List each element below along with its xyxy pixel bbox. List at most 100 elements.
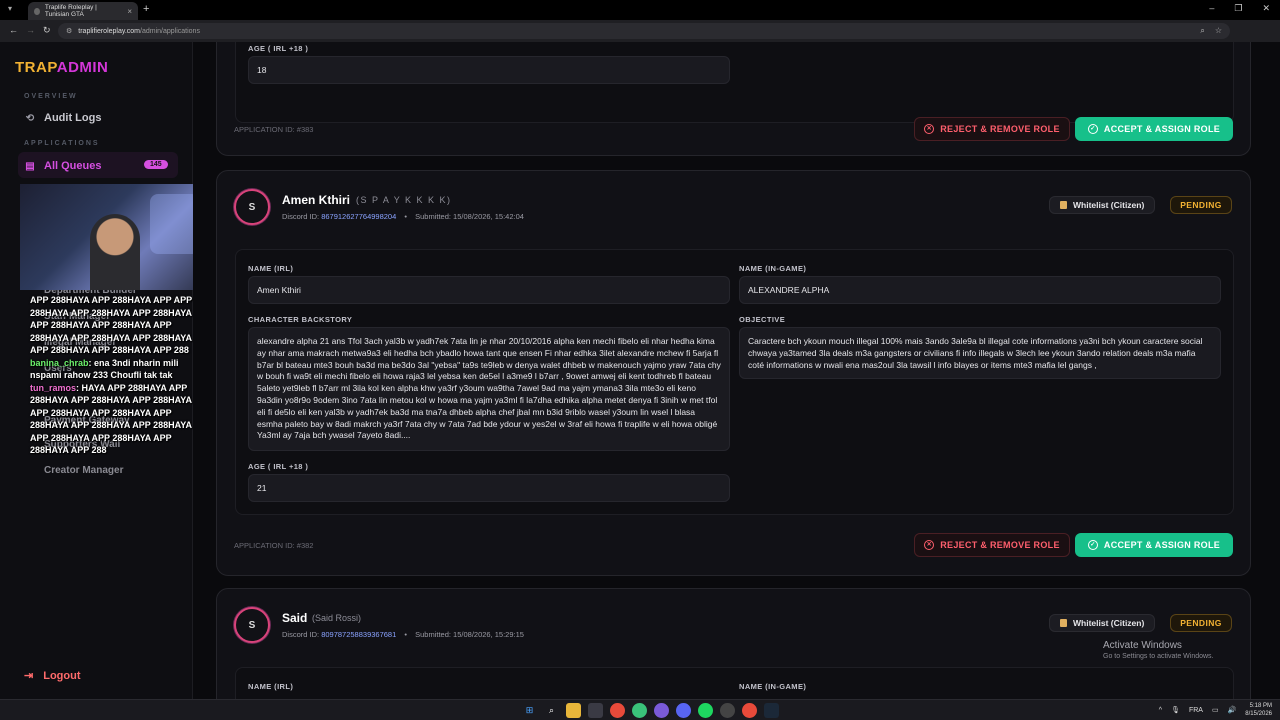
app-icon[interactable] bbox=[720, 703, 735, 718]
age-label: AGE ( IRL +18 ) bbox=[248, 462, 309, 471]
objective-field: Caractere bch ykoun mouch illegal 100% m… bbox=[739, 327, 1221, 379]
backstory-field: alexandre alpha 21 ans Tfol 3ach yal3b w… bbox=[248, 327, 730, 451]
status-badge: PENDING bbox=[1170, 196, 1232, 214]
language-indicator[interactable]: FRA bbox=[1189, 707, 1203, 714]
submitted-time: Submitted: 15/08/2026, 15:29:15 bbox=[415, 630, 524, 639]
reject-label: REJECT & REMOVE ROLE bbox=[940, 540, 1060, 550]
application-fields: NAME (IRL) Amen Kthiri NAME (IN-GAME) AL… bbox=[235, 249, 1234, 515]
maximize-icon[interactable]: ❐ bbox=[1234, 3, 1242, 14]
tab-search-icon[interactable]: ▾ bbox=[8, 4, 12, 13]
applicant-meta: Discord ID: 867912627764998204 • Submitt… bbox=[282, 212, 524, 221]
clipboard-icon bbox=[1060, 619, 1067, 627]
role-badge: Whitelist (Citizen) bbox=[1049, 614, 1156, 632]
start-icon[interactable]: ⊞ bbox=[522, 703, 537, 718]
url-host: traplifieroleplay.com bbox=[78, 27, 141, 35]
role-label: Whitelist (Citizen) bbox=[1073, 618, 1145, 628]
accept-assign-role-button[interactable]: ✓ ACCEPT & ASSIGN ROLE bbox=[1075, 533, 1233, 557]
network-icon[interactable]: ▭ bbox=[1212, 706, 1219, 714]
close-window-icon[interactable]: ✕ bbox=[1262, 3, 1270, 14]
back-icon[interactable]: ← bbox=[9, 25, 18, 35]
site-info-icon[interactable]: ⚙ bbox=[66, 27, 72, 35]
overview-heading: OVERVIEW bbox=[24, 93, 78, 100]
application-card: S Said (Said Rossi) Discord ID: 80978725… bbox=[216, 588, 1251, 699]
reload-icon[interactable]: ↻ bbox=[43, 25, 51, 36]
accept-assign-role-button[interactable]: ✓ ACCEPT & ASSIGN ROLE bbox=[1075, 117, 1233, 141]
window-controls: – ❐ ✕ bbox=[1209, 3, 1270, 14]
brand-trap: TRAP bbox=[15, 59, 57, 76]
forward-icon[interactable]: → bbox=[26, 25, 35, 35]
windows-taskbar: ⊞ ⌕ ^ 🎙 FRA ▭ 🔊 5:18 PM 8/15/2026 bbox=[0, 699, 1280, 720]
brand-admin: ADMIN bbox=[56, 59, 109, 76]
logout-button[interactable]: ⇥ Logout bbox=[24, 669, 80, 683]
discord-id-label: Discord ID: bbox=[282, 212, 320, 221]
applications-heading: APPLICATIONS bbox=[24, 140, 100, 147]
x-circle-icon: ✕ bbox=[924, 124, 935, 134]
brand-logo[interactable]: TRAPADMIN bbox=[15, 59, 108, 76]
logout-icon: ⇥ bbox=[24, 670, 34, 682]
role-label: Whitelist (Citizen) bbox=[1073, 200, 1145, 210]
search-icon[interactable]: ⌕ bbox=[544, 703, 559, 718]
backstory-label: CHARACTER BACKSTORY bbox=[248, 315, 353, 324]
document-icon: ▤ bbox=[25, 160, 35, 172]
discord-id[interactable]: 809787258839367681 bbox=[321, 630, 396, 639]
sidebar-item-label: All Queues bbox=[44, 160, 102, 172]
reject-remove-role-button[interactable]: ✕ REJECT & REMOVE ROLE bbox=[914, 533, 1070, 557]
mic-icon[interactable]: 🎙 bbox=[1171, 706, 1180, 714]
obs-icon[interactable] bbox=[654, 703, 669, 718]
name-irl-label: NAME (IRL) bbox=[248, 264, 294, 273]
avatar: S bbox=[234, 189, 270, 225]
accept-label: ACCEPT & ASSIGN ROLE bbox=[1103, 540, 1221, 550]
application-fields: NAME (IRL) NAME (IN-GAME) bbox=[235, 667, 1234, 699]
clock-date: 8/15/2026 bbox=[1245, 711, 1272, 717]
clock[interactable]: 5:18 PM 8/15/2026 bbox=[1245, 702, 1272, 718]
application-fields: AGE ( IRL +18 ) 18 bbox=[235, 42, 1234, 123]
status-badge: PENDING bbox=[1170, 614, 1232, 632]
check-circle-icon: ✓ bbox=[1087, 124, 1098, 134]
address-bar-row: ← → ↻ ⚙ traplifieroleplay.com/admin/appl… bbox=[0, 20, 1280, 57]
sidebar-item-label: Audit Logs bbox=[44, 112, 102, 124]
url-path: /admin/applications bbox=[140, 27, 200, 35]
objective-label: OBJECTIVE bbox=[739, 315, 786, 324]
url-field[interactable]: ⚙ traplifieroleplay.com/admin/applicatio… bbox=[58, 23, 1230, 39]
sidebar-item-all-queues[interactable]: ▤ All Queues bbox=[24, 160, 101, 172]
taskbar-apps: ⊞ ⌕ bbox=[522, 703, 779, 718]
tab-close-icon[interactable]: × bbox=[127, 7, 132, 16]
chrome-profile-icon[interactable] bbox=[632, 703, 647, 718]
webcam-overlay bbox=[20, 184, 208, 290]
tray-expand-icon[interactable]: ^ bbox=[1159, 707, 1162, 714]
application-id: APPLICATION ID: #382 bbox=[234, 541, 314, 550]
system-tray: ^ 🎙 FRA ▭ 🔊 5:18 PM 8/15/2026 bbox=[1159, 702, 1272, 718]
submitted-time: Submitted: 15/08/2026, 15:42:04 bbox=[415, 212, 524, 221]
history-icon: ⟲ bbox=[25, 112, 35, 124]
zoom-icon[interactable]: ⌕ bbox=[1200, 26, 1204, 36]
file-explorer-icon[interactable] bbox=[566, 703, 581, 718]
tab-title: Traplife Roleplay | Tunisian GTA bbox=[44, 4, 97, 18]
sidebar-item-audit-logs[interactable]: ⟲ Audit Logs bbox=[24, 112, 102, 124]
spotify-icon[interactable] bbox=[698, 703, 713, 718]
new-tab-button[interactable]: + bbox=[143, 3, 149, 15]
tab-favicon bbox=[34, 7, 40, 15]
sidebar-item-creator-manager[interactable]: Creator Manager bbox=[44, 465, 123, 476]
discord-icon[interactable] bbox=[676, 703, 691, 718]
minimize-icon[interactable]: – bbox=[1209, 3, 1214, 14]
applicant-name: Said bbox=[282, 611, 308, 625]
clock-time: 5:18 PM bbox=[1249, 703, 1272, 709]
applicant-meta: Discord ID: 809787258839367681 • Submitt… bbox=[282, 630, 524, 639]
chrome-icon[interactable] bbox=[610, 703, 625, 718]
application-card: S Amen Kthiri (S P A Y K K K K) Discord … bbox=[216, 170, 1251, 576]
application-id: APPLICATION ID: #383 bbox=[234, 125, 314, 134]
name-irl-label: NAME (IRL) bbox=[248, 682, 294, 691]
clipboard-icon bbox=[1060, 201, 1067, 209]
browser-tab[interactable]: Traplife Roleplay | Tunisian GTA × bbox=[28, 2, 138, 20]
discord-id[interactable]: 867912627764998204 bbox=[321, 212, 396, 221]
calendar-icon[interactable] bbox=[588, 703, 603, 718]
chrome-active-icon[interactable] bbox=[742, 703, 757, 718]
steam-icon[interactable] bbox=[764, 703, 779, 718]
avatar: S bbox=[234, 607, 270, 643]
chat-username: banina_chrab bbox=[30, 357, 89, 368]
stream-chat-overlay: APP 288HAYA APP 288HAYA APP APP 288HAYA … bbox=[30, 294, 198, 457]
bookmark-star-icon[interactable]: ☆ bbox=[1215, 26, 1222, 36]
chat-username: tun_ramos bbox=[30, 382, 77, 393]
volume-icon[interactable]: 🔊 bbox=[1228, 706, 1237, 714]
reject-remove-role-button[interactable]: ✕ REJECT & REMOVE ROLE bbox=[914, 117, 1070, 141]
